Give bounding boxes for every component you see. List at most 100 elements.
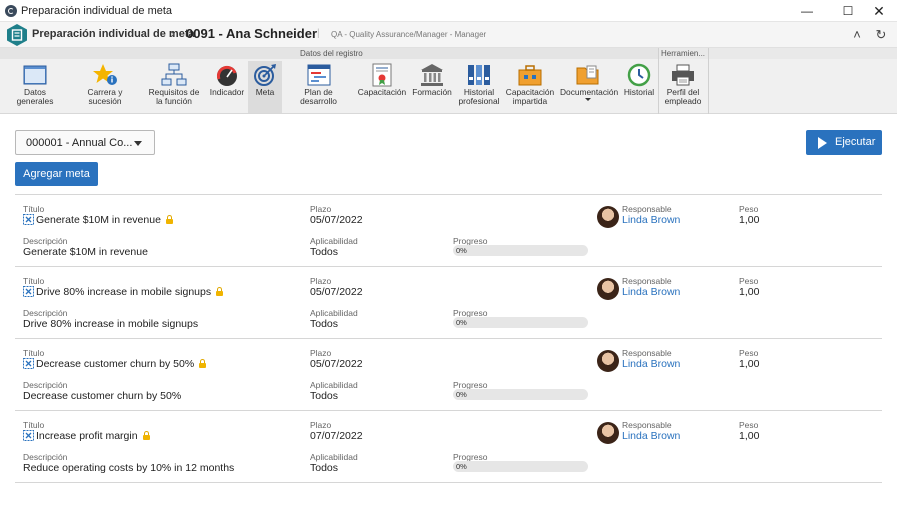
ribbon-toolbar: Datos del registro Herramien... Datos ge…: [0, 48, 897, 114]
add-goal-button[interactable]: Agregar meta: [15, 162, 98, 186]
goal-type-icon: [23, 358, 34, 369]
goal-type-icon: [23, 430, 34, 441]
plan-icon: [307, 64, 330, 86]
goal-row[interactable]: Título Drive 80% increase in mobile sign…: [15, 267, 882, 339]
responsible-link[interactable]: Linda Brown: [622, 214, 680, 226]
goal-row[interactable]: Título Decrease customer churn by 50% De…: [15, 339, 882, 411]
ribbon-group-label: Datos del registro: [300, 49, 363, 58]
ribbon-datos-generales-button[interactable]: Datos generales: [4, 61, 66, 113]
responsible-label: Responsable: [622, 420, 672, 430]
window-icon: [23, 65, 47, 85]
progress-bar: 0%: [453, 389, 588, 400]
execute-button-label: Ejecutar: [835, 136, 876, 148]
app-icon: [5, 5, 17, 17]
progress-bar: 0%: [453, 317, 588, 328]
star-info-icon: [93, 64, 117, 85]
ribbon-historial-button[interactable]: Historial: [620, 61, 658, 113]
ribbon-group-label: Herramien...: [661, 49, 706, 58]
description-label: Descripción: [23, 380, 68, 390]
applicability-label: Aplicabilidad: [310, 308, 358, 318]
progress-value: 0%: [456, 318, 467, 327]
goal-description: Generate $10M in revenue: [23, 246, 148, 258]
gauge-icon: [216, 65, 237, 86]
deadline-label: Plazo: [310, 348, 332, 358]
lock-icon: [198, 359, 207, 368]
goal-type-icon: [23, 214, 34, 225]
ribbon-perfil-button[interactable]: Perfil del empleado: [660, 61, 706, 113]
goal-weight: 1,00: [739, 430, 760, 442]
ribbon-button-label: Capacitación: [357, 87, 407, 97]
avatar: [597, 278, 619, 300]
ribbon-carrera-button[interactable]: Carrera y sucesión: [70, 61, 140, 113]
goal-deadline: 05/07/2022: [310, 286, 363, 298]
ribbon-button-label: Datos generales: [16, 87, 54, 106]
avatar: [597, 422, 619, 444]
progress-bar: 0%: [453, 245, 588, 256]
weight-label: Peso: [739, 276, 759, 286]
goal-weight: 1,00: [739, 286, 760, 298]
play-icon: [818, 137, 827, 149]
chevron-right-icon: ›: [170, 25, 175, 42]
ribbon-requisitos-button[interactable]: Requisitos de la función: [144, 61, 204, 113]
ribbon-capacitacion-impartida-button[interactable]: Capacitación impartida: [504, 61, 556, 113]
ribbon-indicador-button[interactable]: Indicador: [208, 61, 246, 113]
ribbon-button-label: Plan de desarrollo: [300, 87, 337, 106]
applicability-label: Aplicabilidad: [310, 380, 358, 390]
progress-value: 0%: [456, 246, 467, 255]
briefcase-icon: [518, 65, 542, 86]
minimize-icon[interactable]: —: [789, 0, 825, 22]
refresh-icon[interactable]: ↻: [872, 26, 890, 44]
certificate-icon: [372, 63, 392, 87]
ribbon-button-label: Meta: [255, 87, 275, 97]
goal-applicability: Todos: [310, 390, 339, 402]
chevron-down-icon: [134, 141, 142, 146]
hexagon-logo-icon: [7, 24, 27, 46]
ribbon-button-label: Indicador: [209, 87, 245, 97]
applicability-label: Aplicabilidad: [310, 452, 358, 462]
deadline-label: Plazo: [310, 276, 332, 286]
lock-icon: [165, 215, 174, 224]
lock-icon: [142, 431, 151, 440]
avatar: [597, 206, 619, 228]
goal-deadline: 07/07/2022: [310, 430, 363, 442]
goal-title: Increase profit margin: [36, 430, 138, 442]
main-content: 000001 - Annual Co... Agregar meta Ejecu…: [0, 115, 897, 526]
goal-deadline: 05/07/2022: [310, 358, 363, 370]
ribbon-capacitacion-button[interactable]: Capacitación: [356, 61, 408, 113]
binders-icon: [468, 65, 490, 85]
responsible-link[interactable]: Linda Brown: [622, 286, 680, 298]
close-icon[interactable]: ✕: [861, 0, 897, 22]
window-title: Preparación individual de meta: [21, 5, 173, 17]
responsible-link[interactable]: Linda Brown: [622, 358, 680, 370]
page-subtitle: QA - Quality Assurance/Manager - Manager: [331, 30, 487, 39]
progress-value: 0%: [456, 390, 467, 399]
chevron-down-icon: [585, 98, 591, 101]
ribbon-meta-button[interactable]: Meta: [248, 61, 282, 113]
title-label: Título: [23, 420, 45, 430]
responsible-link[interactable]: Linda Brown: [622, 430, 680, 442]
collapse-icon[interactable]: ˄: [848, 26, 866, 44]
ribbon-separator: [658, 48, 659, 114]
ribbon-plan-button[interactable]: Plan de desarrollo: [285, 61, 352, 113]
deadline-label: Plazo: [310, 204, 332, 214]
goal-row[interactable]: Título Generate $10M in revenue Descripc…: [15, 195, 882, 267]
ribbon-button-label: Documentación: [560, 87, 619, 97]
goal-title: Decrease customer churn by 50%: [36, 358, 195, 370]
plan-select[interactable]: 000001 - Annual Co...: [15, 130, 155, 155]
title-label: Título: [23, 348, 45, 358]
goal-description: Decrease customer churn by 50%: [23, 390, 182, 402]
ribbon-button-label: Requisitos de la función: [148, 87, 200, 106]
history-icon: [627, 63, 651, 87]
ribbon-documentacion-button[interactable]: Documentación: [559, 61, 619, 113]
ribbon-formacion-button[interactable]: Formación: [410, 61, 454, 113]
record-header: Preparación individual de meta › 0091 - …: [0, 22, 897, 48]
lock-icon: [215, 287, 224, 296]
weight-label: Peso: [739, 420, 759, 430]
description-label: Descripción: [23, 452, 68, 462]
execute-button[interactable]: Ejecutar: [806, 130, 882, 155]
ribbon-historial-profesional-button[interactable]: Historial profesional: [456, 61, 502, 113]
weight-label: Peso: [739, 204, 759, 214]
goal-row[interactable]: Título Increase profit margin Descripció…: [15, 411, 882, 483]
goal-applicability: Todos: [310, 246, 339, 258]
org-chart-icon: [161, 63, 187, 86]
